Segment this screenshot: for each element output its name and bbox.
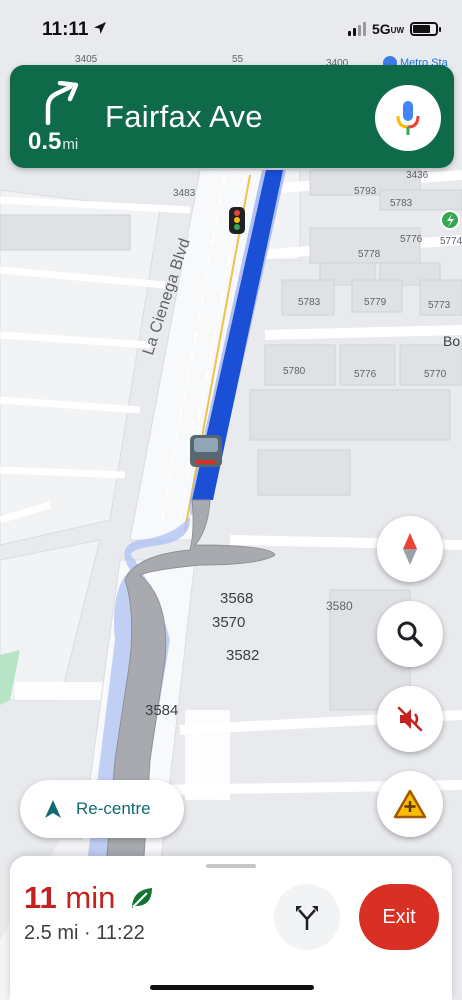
trip-distance-arrival: 2.5 mi · 11:22	[24, 922, 145, 944]
address-label: 5780	[283, 366, 306, 377]
cellular-signal-icon	[347, 22, 366, 36]
network-type: 5GUW	[371, 21, 404, 37]
maneuver-distance: 0.5mi	[28, 128, 79, 155]
recentre-label: Re-centre	[76, 799, 151, 818]
navigation-instruction-banner[interactable]: 0.5mi Fairfax Ave	[10, 65, 454, 168]
add-report-warning-icon	[393, 789, 427, 819]
address-label: 3436	[406, 170, 429, 181]
address-label: 5770	[424, 369, 447, 380]
address-label: 5776	[400, 234, 423, 245]
turn-slight-right-arrow-icon	[45, 81, 79, 125]
search-button[interactable]	[377, 601, 443, 667]
status-time: 11:11	[42, 19, 89, 40]
navigation-arrow-icon	[45, 800, 61, 818]
search-icon	[397, 621, 423, 647]
cross-street-label: Bo	[443, 333, 461, 349]
address-label: 5776	[354, 369, 377, 380]
address-label: 5774	[440, 236, 462, 247]
address-label: 3580	[326, 599, 353, 613]
address-label: 5793	[354, 186, 377, 197]
address-label: 3582	[226, 647, 260, 664]
address-label: 5783	[298, 297, 321, 308]
vehicle-position-icon	[190, 435, 222, 467]
volume-off-icon	[397, 706, 423, 732]
address-label: 5778	[358, 249, 381, 260]
route-options-button[interactable]	[274, 884, 340, 950]
leaf-icon	[132, 888, 152, 908]
next-street-name: Fairfax Ave	[105, 99, 263, 134]
address-label: 3584	[145, 702, 179, 719]
google-mic-icon	[396, 101, 420, 135]
sheet-drag-handle[interactable]	[206, 864, 256, 868]
battery-icon	[410, 22, 441, 36]
voice-search-button[interactable]	[375, 85, 441, 151]
home-indicator[interactable]	[150, 985, 314, 990]
recentre-button[interactable]: Re-centre	[20, 780, 184, 838]
fork-arrows-icon	[296, 906, 318, 930]
eta-duration: 11 min	[24, 880, 116, 915]
compass-icon	[403, 533, 417, 565]
exit-navigation-button[interactable]: Exit	[359, 884, 439, 950]
address-label: 3570	[212, 614, 246, 631]
address-label: 5779	[364, 297, 387, 308]
address-label: 5783	[390, 198, 413, 209]
compass-button[interactable]	[377, 516, 443, 582]
address-label: 5773	[428, 300, 451, 311]
address-label: 3568	[220, 590, 254, 607]
trip-summary-sheet[interactable]: 11 min 2.5 mi · 11:22 Exit	[10, 856, 452, 1000]
status-bar: 11:11 5GUW	[0, 0, 462, 58]
location-arrow-icon	[94, 22, 106, 34]
address-label: 3483	[173, 188, 196, 199]
add-report-button[interactable]	[377, 771, 443, 837]
mute-button[interactable]	[377, 686, 443, 752]
